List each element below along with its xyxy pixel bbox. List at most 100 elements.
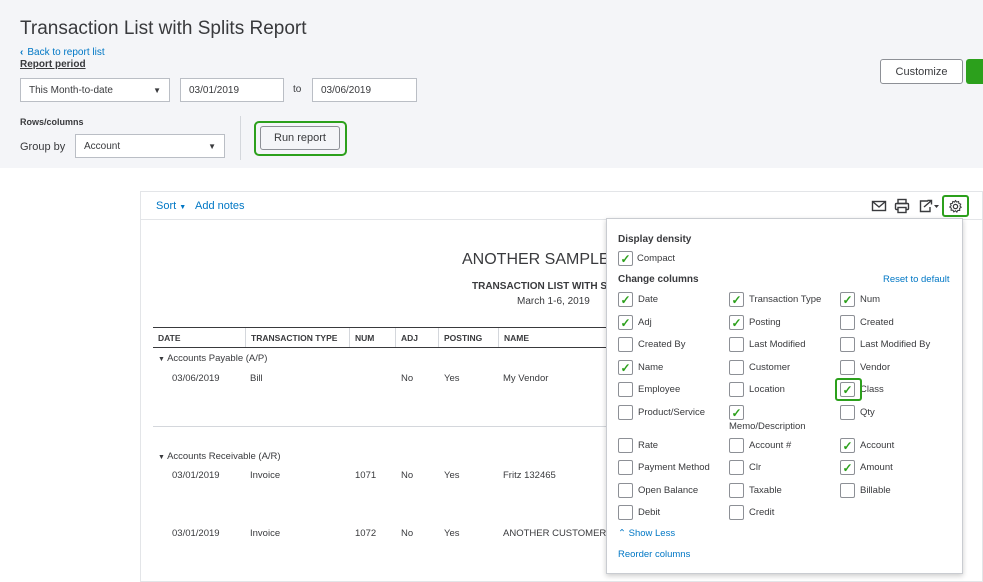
report-title: TRANSACTION LIST WITH S — [472, 281, 607, 292]
num-checkbox[interactable]: ✓ — [840, 292, 855, 307]
column-divider — [438, 328, 439, 347]
run-report-button[interactable]: Run report — [260, 126, 340, 150]
debit-checkbox[interactable]: ✓ — [618, 505, 633, 520]
date-from-value: 03/01/2019 — [189, 84, 240, 96]
memo-description-label: Memo/Description — [729, 421, 806, 432]
last-modified-by-label: Last Modified By — [860, 339, 931, 350]
back-to-report-list-link[interactable]: ‹ Back to report list — [20, 47, 105, 58]
rows-columns-label: Rows/columns — [20, 117, 84, 127]
report-period-select[interactable]: This Month-to-date ▼ — [20, 78, 170, 102]
show-less-link[interactable]: ⌃ Show Less — [618, 528, 675, 539]
clr-checkbox[interactable]: ✓ — [729, 460, 744, 475]
open-balance-checkbox[interactable]: ✓ — [618, 483, 633, 498]
customize-button[interactable]: Customize — [880, 59, 963, 84]
page-title: Transaction List with Splits Report — [20, 18, 307, 39]
cell-name[interactable]: My Vendor — [503, 373, 548, 384]
cell-transaction-type[interactable]: Bill — [250, 373, 263, 384]
date-to-value: 03/06/2019 — [321, 84, 372, 96]
column-header-date[interactable]: DATE — [158, 333, 181, 343]
group-row-accounts-payable[interactable]: ▼ Accounts Payable (A/P) — [158, 353, 267, 364]
group-by-select[interactable]: Account ▼ — [75, 134, 225, 158]
show-less-label: Show Less — [628, 528, 676, 539]
payment-method-checkbox[interactable]: ✓ — [618, 460, 633, 475]
date-checkbox[interactable]: ✓ — [618, 292, 633, 307]
print-icon[interactable] — [894, 198, 910, 214]
compact-checkbox[interactable]: ✓ — [618, 251, 633, 266]
column-divider — [395, 328, 396, 347]
cell-name[interactable]: ANOTHER CUSTOMER: — [503, 528, 609, 539]
sort-dropdown[interactable]: Sort ▼ — [156, 200, 186, 212]
email-icon[interactable] — [871, 198, 887, 214]
account-checkbox[interactable]: ✓ — [729, 438, 744, 453]
last-modified-label: Last Modified — [749, 339, 806, 350]
save-customization-button[interactable] — [966, 59, 983, 84]
amount-checkbox[interactable]: ✓ — [840, 460, 855, 475]
vendor-label: Vendor — [860, 362, 891, 373]
caret-down-icon: ▼ — [153, 85, 161, 95]
posting-checkbox[interactable]: ✓ — [729, 315, 744, 330]
account-label: Account — [860, 440, 895, 451]
cell-transaction-type[interactable]: Invoice — [250, 528, 280, 539]
group-divider — [153, 426, 609, 427]
product-service-label: Product/Service — [638, 407, 706, 418]
cell-name[interactable]: Fritz 132465 — [503, 470, 556, 481]
employee-checkbox[interactable]: ✓ — [618, 382, 633, 397]
gear-icon[interactable] — [948, 199, 963, 214]
change-columns-heading: Change columns — [618, 274, 699, 285]
chevron-left-icon: ‹ — [20, 47, 24, 58]
column-header-transaction-type[interactable]: TRANSACTION TYPE — [251, 333, 337, 343]
last-modified-by-checkbox[interactable]: ✓ — [840, 337, 855, 352]
adj-label: Adj — [638, 317, 652, 328]
open-balance-label: Open Balance — [638, 485, 699, 496]
customer-label: Customer — [749, 362, 791, 373]
cell-date[interactable]: 03/01/2019 — [172, 528, 220, 539]
settings-panel: Display density ✓ Compact Change columns… — [606, 218, 963, 574]
rate-checkbox[interactable]: ✓ — [618, 438, 633, 453]
name-checkbox[interactable]: ✓ — [618, 360, 633, 375]
customer-checkbox[interactable]: ✓ — [729, 360, 744, 375]
cell-num[interactable]: 1072 — [355, 528, 376, 539]
cell-num[interactable]: 1071 — [355, 470, 376, 481]
cell-date[interactable]: 03/01/2019 — [172, 470, 220, 481]
vendor-checkbox[interactable]: ✓ — [840, 360, 855, 375]
reorder-columns-link[interactable]: Reorder columns — [618, 549, 690, 560]
adj-checkbox[interactable]: ✓ — [618, 315, 633, 330]
group-label: Accounts Receivable (A/R) — [167, 451, 281, 462]
employee-label: Employee — [638, 384, 681, 395]
date-to-field[interactable]: 03/06/2019 — [312, 78, 417, 102]
display-density-heading: Display density — [618, 234, 692, 245]
group-row-accounts-receivable[interactable]: ▼ Accounts Receivable (A/R) — [158, 451, 281, 462]
cell-adj: No — [401, 373, 414, 384]
cell-adj: No — [401, 528, 414, 539]
cell-posting: Yes — [444, 373, 460, 384]
rate-label: Rate — [638, 440, 659, 451]
memo-description-checkbox[interactable]: ✓ — [729, 405, 744, 420]
column-header-posting[interactable]: POSTING — [444, 333, 482, 343]
run-report-highlight: Run report — [254, 121, 347, 156]
qty-checkbox[interactable]: ✓ — [840, 405, 855, 420]
column-header-adj[interactable]: ADJ — [401, 333, 418, 343]
created-by-checkbox[interactable]: ✓ — [618, 337, 633, 352]
product-service-checkbox[interactable]: ✓ — [618, 405, 633, 420]
caret-down-icon: ▼ — [158, 356, 165, 363]
account-checkbox[interactable]: ✓ — [840, 438, 855, 453]
amount-label: Amount — [860, 462, 893, 473]
column-header-num[interactable]: NUM — [355, 333, 374, 343]
group-by-label: Group by — [20, 141, 66, 153]
created-checkbox[interactable]: ✓ — [840, 315, 855, 330]
location-checkbox[interactable]: ✓ — [729, 382, 744, 397]
billable-checkbox[interactable]: ✓ — [840, 483, 855, 498]
credit-checkbox[interactable]: ✓ — [729, 505, 744, 520]
cell-transaction-type[interactable]: Invoice — [250, 470, 280, 481]
transaction-type-checkbox[interactable]: ✓ — [729, 292, 744, 307]
cell-date[interactable]: 03/06/2019 — [172, 373, 220, 384]
date-from-field[interactable]: 03/01/2019 — [180, 78, 284, 102]
add-notes-link[interactable]: Add notes — [195, 200, 245, 212]
reset-to-default-link[interactable]: Reset to default — [883, 274, 950, 285]
column-header-name[interactable]: NAME — [504, 333, 529, 343]
column-divider — [245, 328, 246, 347]
export-icon[interactable] — [918, 198, 940, 214]
taxable-checkbox[interactable]: ✓ — [729, 483, 744, 498]
last-modified-checkbox[interactable]: ✓ — [729, 337, 744, 352]
divider — [240, 116, 241, 160]
